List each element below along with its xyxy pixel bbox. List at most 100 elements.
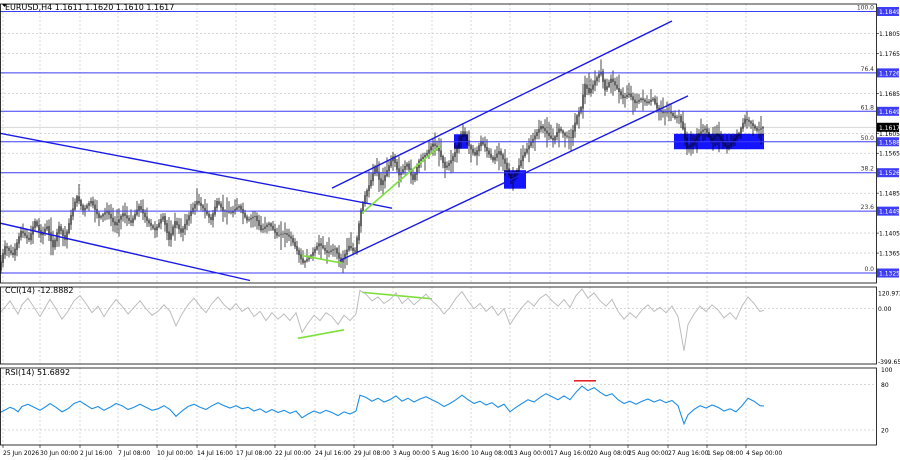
candle-body bbox=[356, 237, 358, 253]
candle-body bbox=[624, 96, 626, 98]
candle-body bbox=[372, 172, 374, 182]
candle-body bbox=[284, 233, 286, 234]
candle-body bbox=[82, 205, 84, 211]
candle-body bbox=[360, 209, 362, 227]
price-chart-title: EURUSD,H4 1.1611 1.1620 1.1610 1.1617 bbox=[5, 3, 174, 12]
candle-body bbox=[256, 215, 258, 222]
candle-body bbox=[478, 145, 480, 152]
candle-body bbox=[546, 130, 548, 134]
candle-body bbox=[584, 83, 586, 98]
candle-body bbox=[710, 136, 712, 141]
candle-body bbox=[76, 196, 78, 203]
descending-channel-line bbox=[0, 222, 251, 282]
candle-body bbox=[706, 128, 708, 133]
price-tick-label: 1.1765 bbox=[879, 51, 900, 58]
candle-body bbox=[484, 143, 486, 148]
candle-body bbox=[50, 232, 52, 242]
candle-body bbox=[540, 126, 542, 130]
candle-body bbox=[536, 132, 538, 137]
chart-canvas: 100.0 76.4 61.8 50.0 38.2 23.6 0.0 1.1805 1.176… bbox=[0, 3, 900, 457]
rsi-tick-label: 20 bbox=[881, 427, 889, 434]
time-label: 17 Jul 08:00 bbox=[236, 450, 272, 457]
candle-body bbox=[682, 121, 684, 130]
candle-body bbox=[300, 254, 302, 260]
cci-tick-label: 120.9724 bbox=[878, 290, 900, 297]
candle-body bbox=[104, 212, 106, 215]
rsi-panel-frame bbox=[0, 367, 877, 446]
candle-body bbox=[382, 180, 384, 186]
candle-body bbox=[456, 147, 458, 153]
candle-body bbox=[54, 239, 56, 248]
candle-body bbox=[122, 213, 124, 217]
candle-body bbox=[160, 218, 162, 224]
candle-body bbox=[336, 248, 338, 254]
candle-body bbox=[470, 145, 472, 150]
candle-body bbox=[80, 200, 82, 207]
candle-body bbox=[10, 250, 12, 254]
candle-body bbox=[154, 227, 156, 231]
candle-body bbox=[136, 209, 138, 215]
candle-body bbox=[328, 251, 330, 253]
candle-body bbox=[548, 133, 550, 137]
time-label: 27 Aug 16:00 bbox=[668, 450, 709, 457]
candle-body bbox=[750, 121, 752, 124]
candle-body bbox=[120, 215, 122, 220]
candle-body bbox=[350, 246, 352, 249]
candle-body bbox=[568, 136, 570, 138]
candle-body bbox=[440, 150, 442, 158]
candle-body bbox=[644, 99, 646, 102]
candle-body bbox=[134, 213, 136, 220]
candle-body bbox=[636, 101, 638, 103]
candle-body bbox=[552, 138, 554, 141]
candle-body bbox=[646, 101, 648, 104]
candle-body bbox=[94, 204, 96, 210]
candle-body bbox=[442, 155, 444, 163]
candle-body bbox=[704, 128, 706, 131]
candle-body bbox=[198, 201, 200, 204]
candle-body bbox=[558, 128, 560, 133]
candle-body bbox=[538, 128, 540, 133]
candle-body bbox=[298, 250, 300, 256]
candle-body bbox=[426, 152, 428, 156]
time-label: 7 Jul 08:00 bbox=[118, 450, 150, 457]
candle-body bbox=[286, 233, 288, 235]
candle-body bbox=[720, 136, 722, 141]
fib-price-label: 1.1849 bbox=[879, 9, 900, 16]
price-axis: 1.1805 1.1765 1.1685 1.1605 1.1565 1.1485 1.14… bbox=[876, 6, 900, 434]
candle-body bbox=[714, 135, 716, 139]
candle-body bbox=[86, 205, 88, 209]
candle-body bbox=[746, 118, 748, 121]
candle-body bbox=[72, 208, 74, 217]
fib-label: 61.8 bbox=[861, 104, 875, 111]
candle-body bbox=[572, 130, 574, 139]
candle-body bbox=[654, 98, 656, 104]
candle-body bbox=[238, 206, 240, 208]
candle-body bbox=[590, 88, 592, 93]
candle-body bbox=[46, 226, 48, 230]
candle-body bbox=[490, 153, 492, 158]
candle-body bbox=[172, 226, 174, 235]
candle-body bbox=[2, 253, 4, 264]
time-axis: 25 Jun 2026 30 Jun 00:00 2 Jul 16:00 7 Jul … bbox=[2, 445, 782, 457]
candle-body bbox=[152, 225, 154, 229]
candle-body bbox=[550, 135, 552, 139]
candle-body bbox=[486, 147, 488, 152]
fib-label: 38.2 bbox=[861, 166, 875, 173]
candle-body bbox=[742, 122, 744, 129]
candle-body bbox=[664, 112, 666, 114]
candle-body bbox=[408, 163, 410, 170]
candle-body bbox=[248, 219, 250, 221]
candle-body bbox=[210, 216, 212, 220]
candle-body bbox=[428, 149, 430, 154]
candle-body bbox=[500, 151, 502, 156]
candle-body bbox=[314, 248, 316, 253]
candle-body bbox=[610, 78, 612, 83]
candle-body bbox=[708, 132, 710, 138]
candle-body bbox=[412, 174, 414, 181]
time-label: 3 Aug 00:00 bbox=[393, 450, 430, 457]
candle-body bbox=[304, 260, 306, 263]
candle-body bbox=[760, 128, 762, 130]
candle-body bbox=[570, 137, 572, 139]
candle-body bbox=[758, 129, 760, 131]
candle-body bbox=[606, 86, 608, 90]
